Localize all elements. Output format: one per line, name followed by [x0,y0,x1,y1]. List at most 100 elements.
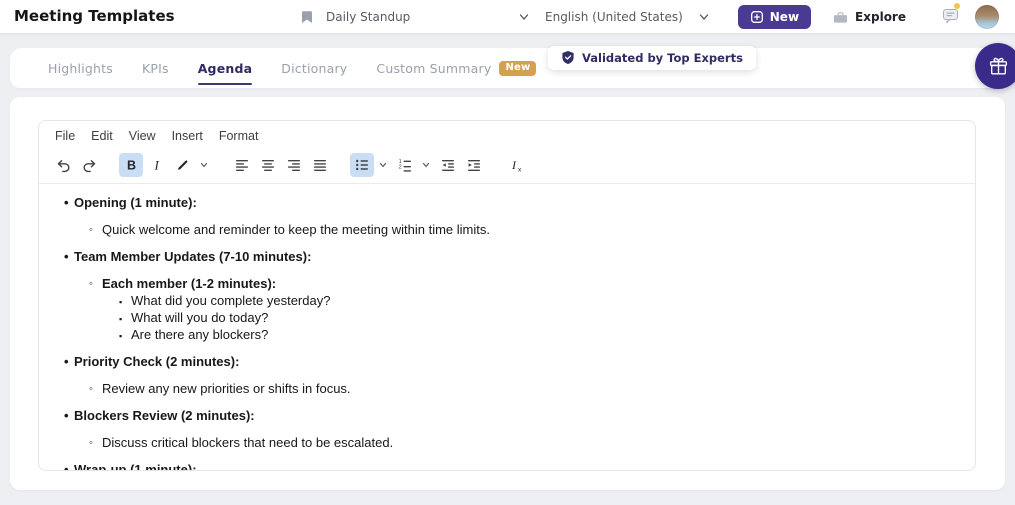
shield-check-icon [561,50,575,65]
agenda-item: •Team Member Updates (7-10 minutes): [39,249,975,265]
italic-button[interactable]: I [145,153,169,177]
menu-edit[interactable]: Edit [91,129,113,147]
bullet-marker: • [64,408,69,424]
briefcase-icon [833,10,848,24]
new-button[interactable]: New [738,5,811,29]
bullet-marker: ▪ [119,328,122,344]
align-center-icon [260,157,276,173]
agenda-item: ◦Discuss critical blockers that need to … [39,435,975,451]
plus-square-icon [750,10,764,24]
menu-format[interactable]: Format [219,129,259,147]
chevron-down-icon [698,11,710,23]
explore-button[interactable]: Explore [833,10,906,24]
bullet-marker: ◦ [89,435,93,451]
bullet-marker: ◦ [89,222,93,238]
avatar[interactable] [975,5,999,29]
tab-label: Custom Summary [376,61,491,76]
explore-button-label: Explore [855,10,906,24]
app-header: Meeting Templates Daily Standup English … [0,0,1015,33]
align-right-button[interactable] [282,153,306,177]
agenda-item: ▪What did you complete yesterday? [39,293,975,309]
toolbar-group: BI [119,153,214,177]
tab-agenda[interactable]: Agenda [198,61,253,76]
agenda-item: ◦ Quick welcome and reminder to keep the … [39,222,975,238]
tab-highlights[interactable]: Highlights [48,61,113,76]
chat-icon [942,7,960,25]
new-button-label: New [770,10,799,24]
language-select[interactable]: English (United States) [545,10,710,24]
bullet-list-icon [354,157,370,173]
bookmark-icon [300,9,314,25]
bullet-marker: • [64,249,69,265]
bullet-marker: ◦ [89,276,93,292]
numbered-list-dropdown-chevron[interactable] [419,153,432,177]
bold-icon: B [123,157,139,173]
header-actions: New Explore [738,0,999,33]
editor-toolbar: BI12Ix [39,147,975,184]
clear-format-icon: Ix [508,157,524,173]
agenda-item: ◦ Each member (1-2 minutes): [39,276,975,292]
numbered-list-button[interactable]: 12 [393,153,417,177]
agenda-item-text: What will you do today? [131,310,268,325]
justify-button[interactable] [308,153,332,177]
menu-insert[interactable]: Insert [172,129,203,147]
agenda-item-text: Each member (1-2 minutes): [102,276,276,291]
bullet-list-dropdown-chevron[interactable] [376,153,389,177]
tab-dictionary[interactable]: Dictionary [281,61,347,76]
agenda-item-text: Priority Check (2 minutes): [74,354,239,369]
gift-button[interactable] [975,43,1015,89]
editor-menubar: File Edit View Insert Format [39,121,975,147]
toolbar-group: Ix [504,153,530,177]
align-left-button[interactable] [230,153,254,177]
header-controls: Daily Standup English (United States) [300,0,784,33]
language-select-value: English (United States) [545,10,683,24]
agenda-item-text: What did you complete yesterday? [131,293,330,308]
menu-file[interactable]: File [55,129,75,147]
content-card: FileEditViewInsertFormat BI12Ix •Opening… [10,97,1005,490]
agenda-item: •Priority Check (2 minutes): [39,354,975,370]
toolbar-group: 12 [350,153,488,177]
template-select[interactable]: Daily Standup [300,9,530,25]
editor-content[interactable]: • Opening (1 minute): ◦ Quick welcome and r… [39,184,975,471]
undo-button[interactable] [51,153,75,177]
toolbar-group [230,153,334,177]
indent-button[interactable] [462,153,486,177]
numbered-list-icon: 12 [397,157,413,173]
tab-label: Agenda [198,61,253,76]
agenda-item-text: Opening (1 minute): [74,195,197,210]
tab-custom-summary[interactable]: Custom SummaryNew [376,61,536,76]
page-title: Meeting Templates [14,7,175,25]
tab-kpis[interactable]: KPIs [142,61,169,76]
chevron-down-icon [421,160,431,170]
agenda-item-text: Quick welcome and reminder to keep the m… [102,222,490,237]
agenda-item: •Wrap-up (1 minute): [39,462,975,471]
bullet-marker: • [64,195,69,211]
chevron-down-icon [378,160,388,170]
tabs: Highlights KPIs Agenda Dictionary Custom Sum… [10,48,1005,88]
agenda-item: • Opening (1 minute): [39,195,975,211]
agenda-item-text: Review any new priorities or shifts in f… [102,381,351,396]
align-center-button[interactable] [256,153,280,177]
tab-label: KPIs [142,61,169,76]
svg-text:B: B [127,159,136,173]
agenda-item: • Blockers Review (2 minutes): [39,408,975,424]
redo-button[interactable] [77,153,101,177]
editor[interactable]: FileEditViewInsertFormat BI12Ix •Opening… [38,120,976,471]
clear-format-button[interactable]: Ix [504,153,528,177]
outdent-button[interactable] [436,153,460,177]
validated-badge-label: Validated by Top Experts [582,51,743,65]
menu-view[interactable]: View [129,129,156,147]
highlight-dropdown-chevron[interactable] [197,153,210,177]
justify-icon [312,157,328,173]
highlight-button[interactable] [171,153,195,177]
notifications-button[interactable] [942,7,962,27]
chevron-down-icon [518,11,530,23]
redo-icon [81,157,98,174]
bullet-list-button[interactable] [350,153,374,177]
bullet-marker: • [64,462,69,471]
bold-button[interactable]: B [119,153,143,177]
agenda-item-text: Are there any blockers? [131,327,268,342]
agenda-item-text: Blockers Review (2 minutes): [74,408,255,423]
gift-icon [988,56,1009,77]
svg-text:I: I [154,158,160,173]
